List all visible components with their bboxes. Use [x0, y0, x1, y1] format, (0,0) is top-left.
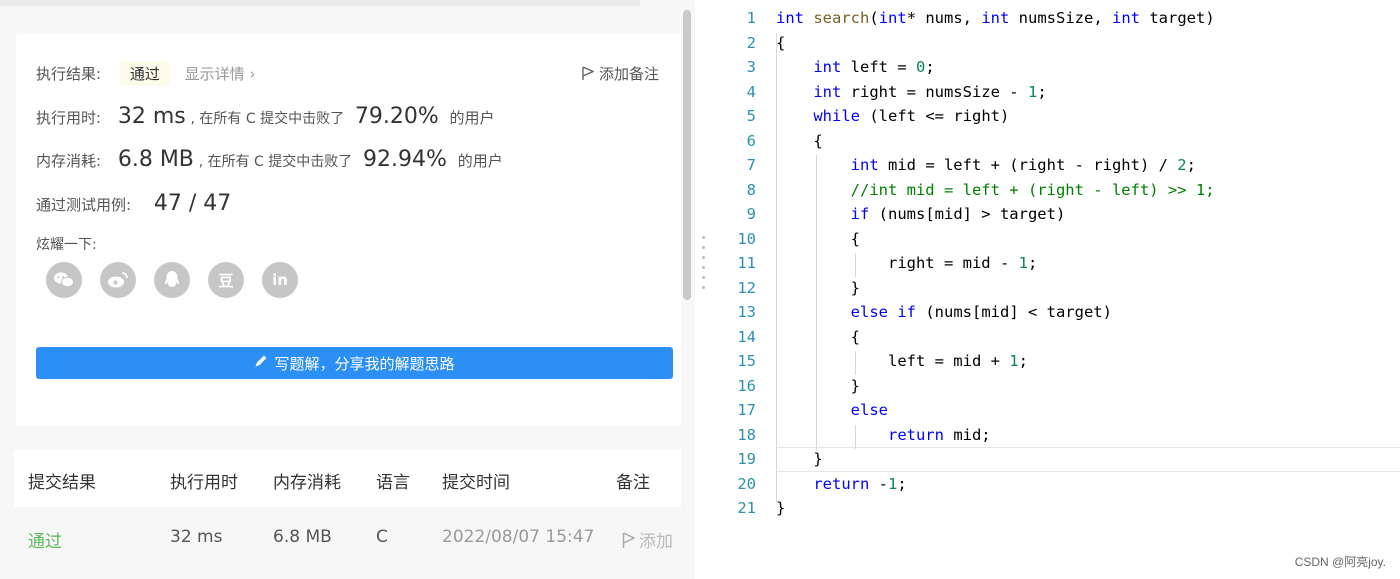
line-number: 20: [737, 474, 756, 493]
line-number: 10: [737, 229, 756, 248]
show-details-link[interactable]: 显示详情 ›: [185, 65, 256, 83]
add-note-button[interactable]: 添加备注: [582, 63, 659, 85]
chevron-right-icon: ›: [249, 65, 256, 83]
flag-icon: [622, 532, 636, 554]
line-number: 8: [746, 180, 756, 199]
code-line[interactable]: left = mid + 1;: [776, 352, 1028, 370]
code-line[interactable]: }: [776, 499, 785, 517]
header-memory: 内存消耗: [273, 473, 341, 493]
table-row[interactable]: 通过 32 ms 6.8 MB C 2022/08/07 15:47 添加: [14, 507, 681, 567]
flag-icon: [582, 66, 595, 85]
linkedin-icon[interactable]: in: [262, 262, 298, 298]
memory-suffix: 的用户: [457, 152, 503, 170]
memory-row: 内存消耗: 6.8 MB , 在所有 C 提交中击败了 92.94% 的用户: [36, 147, 503, 172]
memory-percent: 92.94%: [363, 147, 447, 172]
line-number: 1: [746, 9, 756, 27]
submissions-table: 提交结果 执行用时 内存消耗 语言 提交时间 备注 通过 32 ms 6.8 M…: [14, 450, 681, 567]
code-line[interactable]: }: [776, 279, 860, 297]
line-number: 9: [746, 205, 756, 223]
tests-row: 通过测试用例: 47 / 47: [36, 191, 231, 216]
runtime-label: 执行用时:: [36, 109, 102, 127]
runtime-percent: 79.20%: [354, 104, 439, 129]
line-number: 7: [746, 156, 756, 174]
watermark: CSDN @阿亮joy.: [1294, 555, 1386, 569]
code-line[interactable]: int mid = left + (right - right) / 2;: [776, 156, 1196, 174]
line-number: 12: [737, 278, 756, 297]
line-number: 14: [737, 327, 756, 346]
result-label: 执行结果:: [36, 65, 102, 83]
table-header: 提交结果 执行用时 内存消耗 语言 提交时间 备注: [14, 450, 681, 507]
header-runtime: 执行用时: [170, 473, 238, 493]
header-note: 备注: [616, 473, 650, 493]
weibo-icon[interactable]: [100, 262, 136, 298]
code-line[interactable]: else if (nums[mid] < target): [776, 303, 1112, 321]
tests-label: 通过测试用例:: [36, 196, 132, 214]
line-number: 16: [737, 376, 756, 395]
code-line[interactable]: int left = 0;: [776, 58, 934, 76]
code-line[interactable]: return mid;: [776, 426, 991, 444]
runtime-beat-text: , 在所有 C 提交中击败了: [190, 111, 345, 127]
line-number: 17: [737, 401, 756, 419]
write-solution-button[interactable]: 写题解，分享我的解题思路: [36, 347, 673, 379]
row-runtime: 32 ms: [170, 527, 223, 547]
code-editor[interactable]: 1 int search(int* nums, int numsSize, int…: [710, 0, 1400, 579]
code-line[interactable]: while (left <= right): [776, 107, 1009, 125]
runtime-value: 32 ms: [117, 104, 186, 129]
code-line[interactable]: }: [776, 377, 860, 395]
line-number: 11: [737, 254, 756, 272]
code-line[interactable]: {: [776, 230, 860, 248]
write-solution-label: 写题解，分享我的解题思路: [274, 354, 455, 373]
result-panel: 执行结果: 通过 显示详情 › 添加备注 执行用时: 32 ms , 在所有 C…: [0, 0, 695, 579]
current-line-highlight: [776, 447, 1400, 472]
douban-icon[interactable]: 豆: [208, 262, 244, 298]
code-line[interactable]: return -1;: [776, 475, 906, 493]
scrollbar[interactable]: [683, 10, 691, 300]
line-number: 19: [737, 450, 756, 468]
row-result-link[interactable]: 通过: [28, 527, 62, 552]
code-line[interactable]: right = mid - 1;: [776, 254, 1037, 272]
header-result: 提交结果: [28, 473, 96, 493]
top-strip: [0, 0, 640, 6]
code-line[interactable]: if (nums[mid] > target): [776, 205, 1066, 223]
tests-value: 47 / 47: [153, 191, 232, 216]
code-line[interactable]: {: [776, 132, 822, 150]
header-language: 语言: [376, 473, 410, 493]
row-language: C: [376, 527, 388, 547]
share-label: 炫耀一下:: [36, 237, 97, 253]
line-number: 21: [737, 499, 756, 517]
runtime-suffix: 的用户: [449, 109, 495, 127]
code-line[interactable]: int right = numsSize - 1;: [776, 83, 1046, 101]
pencil-icon: [254, 354, 268, 372]
result-row: 执行结果: 通过 显示详情 ›: [36, 61, 255, 86]
result-card: 执行结果: 通过 显示详情 › 添加备注 执行用时: 32 ms , 在所有 C…: [16, 34, 681, 426]
code-line[interactable]: else: [776, 401, 888, 419]
row-add-note[interactable]: 添加: [622, 527, 673, 554]
line-number: 6: [746, 131, 756, 150]
code-line[interactable]: //int mid = left + (right - left) >> 1;: [776, 181, 1215, 199]
result-status-badge: 通过: [119, 61, 170, 86]
memory-value: 6.8 MB: [117, 147, 194, 172]
row-memory: 6.8 MB: [273, 527, 332, 547]
line-number: 4: [746, 82, 756, 101]
memory-label: 内存消耗:: [36, 152, 102, 170]
line-number: 2: [746, 33, 756, 52]
code-line[interactable]: }: [776, 450, 822, 468]
runtime-row: 执行用时: 32 ms , 在所有 C 提交中击败了 79.20% 的用户: [36, 104, 495, 129]
line-number: 18: [737, 425, 756, 444]
code-line[interactable]: {: [776, 328, 860, 346]
header-submitted-at: 提交时间: [442, 473, 510, 493]
memory-beat-text: , 在所有 C 提交中击败了: [198, 154, 353, 170]
line-number: 3: [746, 58, 756, 76]
line-number: 15: [737, 352, 756, 370]
code-line[interactable]: {: [776, 34, 785, 52]
qq-icon[interactable]: [154, 262, 190, 298]
code-line[interactable]: int search(int* nums, int numsSize, int …: [776, 9, 1215, 27]
line-number: 5: [746, 107, 756, 125]
wechat-icon[interactable]: [46, 262, 82, 298]
row-submitted-at: 2022/08/07 15:47: [442, 527, 595, 547]
line-number: 13: [737, 303, 756, 321]
